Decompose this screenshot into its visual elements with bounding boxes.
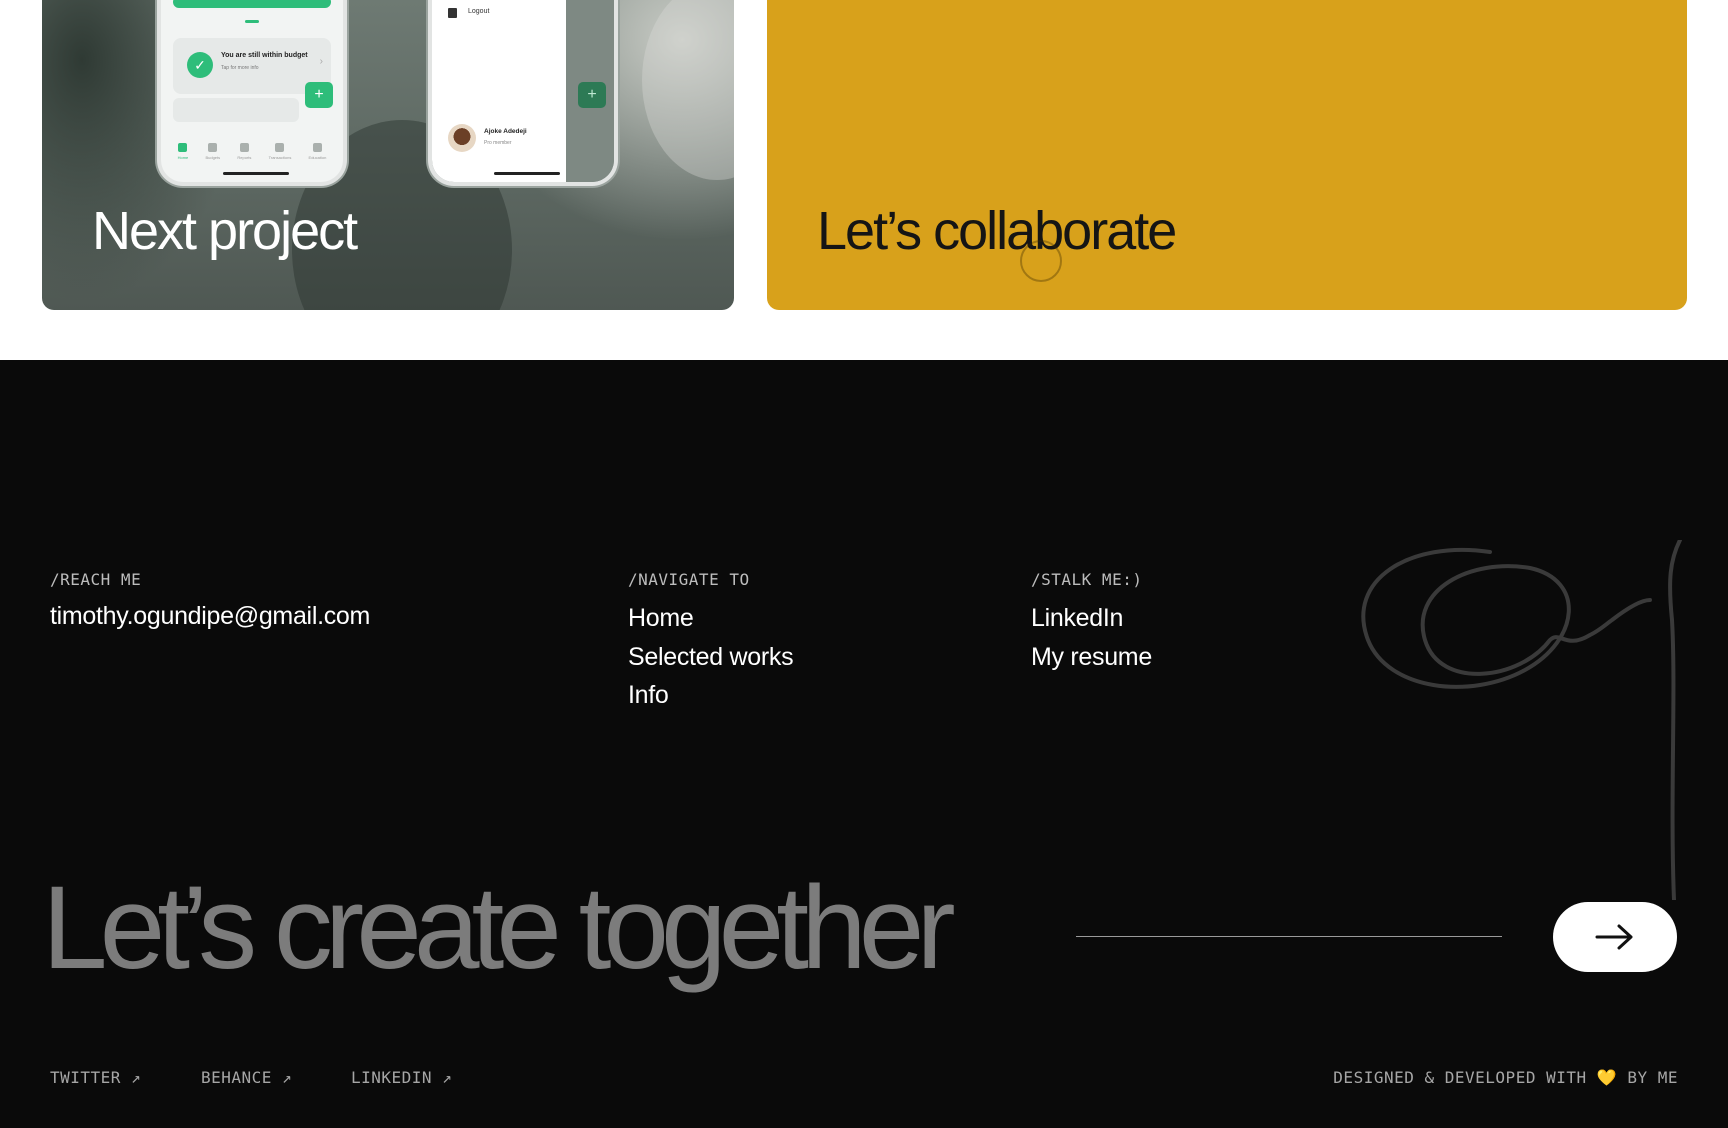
credit-prefix: DESIGNED & DEVELOPED WITH bbox=[1333, 1068, 1587, 1087]
phone-nav-label: Home bbox=[177, 155, 189, 160]
check-icon: ✓ bbox=[187, 52, 213, 78]
background-figure bbox=[642, 0, 734, 180]
arrow-right-icon bbox=[1595, 924, 1633, 950]
next-project-card[interactable]: ✓ You are still within budget Tap for mo… bbox=[42, 0, 734, 310]
stalk-me-label: /STALK ME:) bbox=[1031, 570, 1143, 589]
nav-link-home[interactable]: Home bbox=[628, 604, 694, 633]
phone-nav-home: Home bbox=[177, 143, 189, 160]
plus-icon: + bbox=[305, 82, 333, 108]
credit-suffix: BY ME bbox=[1627, 1068, 1678, 1087]
cta-heading: Let’s create together bbox=[42, 862, 956, 994]
bottom-link-behance[interactable]: BEHANCE ↗ bbox=[201, 1068, 292, 1087]
social-link-linkedin[interactable]: LinkedIn bbox=[1031, 604, 1123, 633]
phone-home-indicator bbox=[223, 172, 289, 175]
project-cards: ✓ You are still within budget Tap for mo… bbox=[0, 0, 1728, 360]
budget-icon bbox=[208, 143, 218, 152]
phone-nav-education: Education bbox=[308, 143, 327, 160]
bottom-link-twitter[interactable]: TWITTER ↗ bbox=[50, 1068, 141, 1087]
phone-mockup-menu: + Logout Ajoke Adedeji Pro member bbox=[428, 0, 618, 186]
reach-me-label: /REACH ME bbox=[50, 570, 142, 589]
phone-panel bbox=[173, 98, 299, 122]
plus-icon: + bbox=[578, 82, 606, 108]
phone-nav-reports: Reports bbox=[237, 143, 251, 160]
budget-status-subtitle: Tap for more info bbox=[221, 65, 259, 71]
phone-header-bar bbox=[173, 0, 331, 8]
cta-divider bbox=[1076, 936, 1502, 937]
phone-nav-budgets: Budgets bbox=[205, 143, 220, 160]
next-project-title: Next project bbox=[92, 201, 358, 261]
phone-user-subtitle: Pro member bbox=[484, 140, 512, 146]
phone-nav-label: Transactions bbox=[268, 155, 292, 160]
phone-nav-label: Reports bbox=[237, 155, 252, 160]
pie-chart-icon bbox=[239, 143, 249, 152]
phone-logout-label: Logout bbox=[468, 8, 490, 15]
signature-icon bbox=[1361, 540, 1682, 900]
collaborate-title: Let’s collaborate bbox=[817, 201, 1177, 261]
logout-icon bbox=[448, 8, 457, 18]
carousel-dots bbox=[245, 20, 259, 23]
chevron-right-icon: › bbox=[319, 56, 323, 67]
grid-icon bbox=[275, 143, 285, 152]
credit-text: DESIGNED & DEVELOPED WITH 💛 BY ME bbox=[1333, 1068, 1678, 1087]
phone-user-name: Ajoke Adedeji bbox=[484, 128, 527, 135]
footer: /REACH ME timothy.ogundipe@gmail.com /NA… bbox=[0, 360, 1728, 1128]
phone-nav-label: Education bbox=[308, 155, 327, 160]
phone-mockup-dashboard: ✓ You are still within budget Tap for mo… bbox=[157, 0, 347, 186]
heart-icon: 💛 bbox=[1596, 1068, 1618, 1087]
email-link[interactable]: timothy.ogundipe@gmail.com bbox=[50, 602, 370, 631]
phone-home-indicator bbox=[494, 172, 560, 175]
bottom-link-linkedin[interactable]: LINKEDIN ↗ bbox=[351, 1068, 452, 1087]
social-link-resume[interactable]: My resume bbox=[1031, 643, 1152, 672]
book-icon bbox=[312, 143, 322, 152]
cta-arrow-button[interactable] bbox=[1553, 902, 1677, 972]
phone-nav-label: Budgets bbox=[205, 155, 221, 160]
home-icon bbox=[178, 143, 188, 152]
phone-nav-transactions: Transactions bbox=[268, 143, 292, 160]
navigate-to-label: /NAVIGATE TO bbox=[628, 570, 750, 589]
phone-bottom-nav: Home Budgets Reports Transactions Educat… bbox=[161, 143, 343, 160]
nav-link-selected-works[interactable]: Selected works bbox=[628, 643, 794, 672]
collaborate-card[interactable]: Let’s collaborate bbox=[767, 0, 1687, 310]
phone-side-menu: Logout Ajoke Adedeji Pro member bbox=[432, 0, 566, 182]
nav-link-info[interactable]: Info bbox=[628, 681, 669, 710]
avatar bbox=[448, 124, 476, 152]
budget-status-title: You are still within budget bbox=[221, 52, 308, 59]
cursor-ring-icon bbox=[1020, 240, 1062, 282]
